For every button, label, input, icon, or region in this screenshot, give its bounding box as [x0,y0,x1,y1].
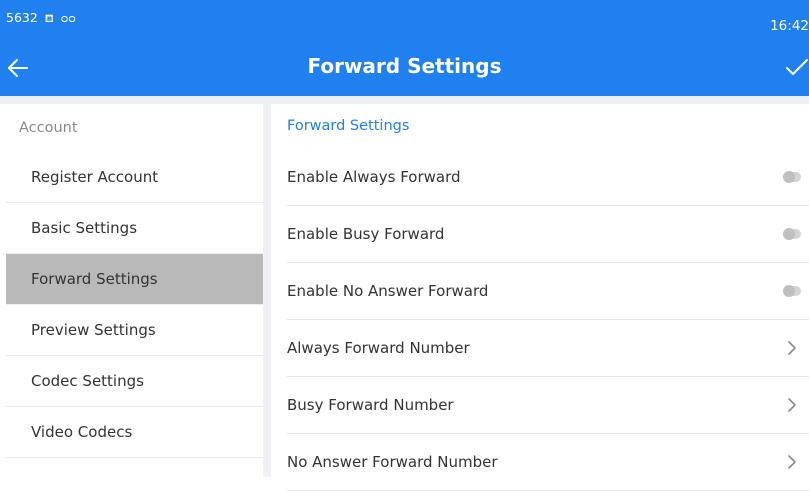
voicemail-icon: ᴑᴑ [60,12,76,25]
sidebar-header: Account [19,120,78,136]
top-divider [0,96,809,104]
toggle-knob [783,228,795,240]
busy-forward-number-row[interactable]: Busy Forward Number [287,377,809,434]
toggle-knob [783,285,795,297]
enable-always-forward-toggle[interactable] [783,171,801,183]
sidebar-item-forward-settings[interactable]: Forward Settings [6,254,263,305]
enable-always-forward-row[interactable]: Enable Always Forward [287,149,809,206]
row-label: Enable Always Forward [287,168,461,186]
enable-busy-forward-toggle[interactable] [783,228,801,240]
row-label: Enable No Answer Forward [287,282,489,300]
status-bar: 5632 ⛾ ᴑᴑ 16:42 [0,0,809,43]
sidebar: Account Register Account Basic Settings … [6,104,263,477]
confirm-button[interactable] [783,55,809,85]
sidebar-item-label: Forward Settings [31,270,158,288]
page-title: Forward Settings [307,54,502,78]
sidebar-item-label: Register Account [31,168,159,186]
chevron-right-icon [788,341,796,355]
row-label: Always Forward Number [287,339,470,357]
sidebar-item-preview-settings[interactable]: Preview Settings [6,305,263,356]
network-icon: ⛾ [44,12,54,25]
section-title: Forward Settings [287,118,410,134]
vertical-divider [263,104,271,477]
status-number: 5632 [6,10,38,25]
sidebar-item-video-codecs[interactable]: Video Codecs [6,407,263,458]
no-answer-forward-number-row[interactable]: No Answer Forward Number [287,434,809,491]
enable-no-answer-forward-row[interactable]: Enable No Answer Forward [287,263,809,320]
row-label: Busy Forward Number [287,396,454,414]
sidebar-item-label: Video Codecs [31,423,133,441]
app-bar: Forward Settings [0,43,809,96]
toggle-knob [783,171,795,183]
status-left: 5632 ⛾ ᴑᴑ [6,10,76,27]
row-label: No Answer Forward Number [287,453,498,471]
sidebar-item-label: Codec Settings [31,372,144,390]
status-time: 16:42 [770,18,809,34]
enable-busy-forward-row[interactable]: Enable Busy Forward [287,206,809,263]
sidebar-item-codec-settings[interactable]: Codec Settings [6,356,263,407]
row-label: Enable Busy Forward [287,225,445,243]
always-forward-number-row[interactable]: Always Forward Number [287,320,809,377]
chevron-right-icon [788,455,796,469]
chevron-right-icon [788,398,796,412]
settings-panel: Forward Settings Enable Always Forward E… [271,104,809,491]
sidebar-item-basic-settings[interactable]: Basic Settings [6,203,263,254]
sidebar-item-register-account[interactable]: Register Account [6,152,263,203]
sidebar-item-label: Basic Settings [31,219,138,237]
sidebar-item-label: Preview Settings [31,321,156,339]
enable-no-answer-forward-toggle[interactable] [783,285,801,297]
check-icon [786,59,808,75]
